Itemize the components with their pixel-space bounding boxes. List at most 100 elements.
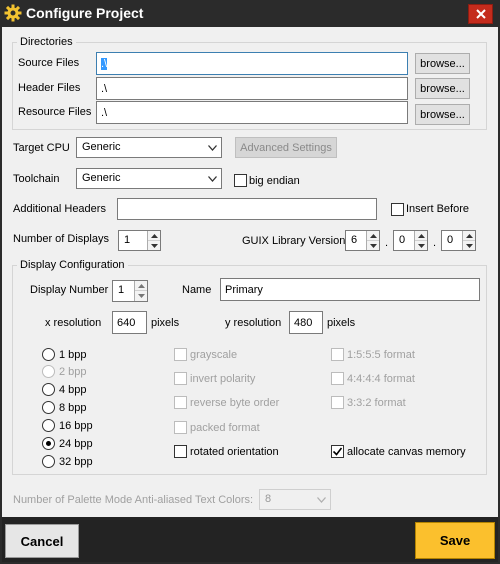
chevron-down-icon	[208, 145, 217, 151]
additional-headers-label: Additional Headers	[13, 203, 106, 215]
resource-browse-button[interactable]: browse...	[415, 104, 470, 125]
radio-selected-dot	[46, 441, 51, 446]
reverse-byte-order-label: reverse byte order	[190, 397, 280, 409]
bpp-1-radio[interactable]	[42, 348, 55, 361]
version-dot: .	[385, 237, 389, 249]
spin-down-button[interactable]	[367, 241, 379, 251]
resource-files-input[interactable]: .\	[96, 101, 408, 124]
bpp-16-radio[interactable]	[42, 419, 55, 432]
bpp-24-radio[interactable]	[42, 437, 55, 450]
format-4444-label: 4:4:4:4 format	[347, 373, 415, 385]
invert-polarity-checkbox[interactable]	[174, 372, 187, 385]
resource-files-label: Resource Files	[18, 106, 92, 118]
rotated-orientation-label: rotated orientation	[190, 446, 279, 458]
bpp-16-label: 16 bpp	[59, 420, 93, 432]
allocate-canvas-memory-label: allocate canvas memory	[347, 446, 466, 458]
display-name-input[interactable]: Primary	[220, 278, 480, 301]
bpp-4-radio[interactable]	[42, 383, 55, 396]
bpp-24-label: 24 bpp	[59, 438, 93, 450]
spin-up-button[interactable]	[463, 231, 475, 241]
chevron-up-icon	[138, 284, 145, 288]
reverse-byte-order-checkbox[interactable]	[174, 396, 187, 409]
spin-up-button[interactable]	[135, 281, 147, 291]
source-files-input[interactable]: .\	[96, 52, 408, 75]
window-title: Configure Project	[26, 5, 144, 21]
advanced-settings-button[interactable]: Advanced Settings	[235, 137, 337, 158]
format-1555-checkbox[interactable]	[331, 348, 344, 361]
spin-down-button[interactable]	[148, 241, 160, 251]
bpp-1-label: 1 bpp	[59, 349, 87, 361]
header-files-label: Header Files	[18, 82, 81, 94]
spin-down-button[interactable]	[463, 241, 475, 251]
format-4444-checkbox[interactable]	[331, 372, 344, 385]
chevron-down-icon	[370, 243, 377, 248]
spin-up-button[interactable]	[415, 231, 427, 241]
packed-format-checkbox[interactable]	[174, 421, 187, 434]
bpp-32-radio[interactable]	[42, 455, 55, 468]
chevron-up-icon	[418, 234, 425, 238]
x-resolution-input[interactable]: 640	[112, 311, 147, 334]
toolchain-label: Toolchain	[13, 173, 60, 185]
bpp-2-radio[interactable]	[42, 365, 55, 378]
palette-colors-select[interactable]: 8	[259, 489, 331, 510]
target-cpu-label: Target CPU	[13, 142, 70, 154]
display-configuration-legend: Display Configuration	[17, 259, 128, 271]
bpp-8-label: 8 bpp	[59, 402, 87, 414]
spin-down-button[interactable]	[415, 241, 427, 251]
chevron-down-icon	[418, 243, 425, 248]
cancel-button[interactable]: Cancel	[5, 524, 79, 558]
checkmark-icon	[333, 447, 342, 456]
y-resolution-label: y resolution	[225, 317, 282, 329]
number-of-displays-label: Number of Displays	[13, 233, 109, 245]
spin-up-button[interactable]	[367, 231, 379, 241]
bpp-8-radio[interactable]	[42, 401, 55, 414]
rotated-orientation-checkbox[interactable]	[174, 445, 187, 458]
insert-before-checkbox[interactable]	[391, 203, 404, 216]
directories-legend: Directories	[17, 36, 76, 48]
target-cpu-select[interactable]: Generic	[76, 137, 222, 158]
x-pixels-label: pixels	[151, 317, 180, 329]
chevron-up-icon	[370, 234, 377, 238]
title-bar: Configure Project	[0, 0, 500, 27]
grayscale-checkbox[interactable]	[174, 348, 187, 361]
chevron-down-icon	[208, 176, 217, 182]
y-resolution-input[interactable]: 480	[289, 311, 323, 334]
guix-major-spinner[interactable]: 6	[345, 230, 380, 251]
close-icon	[476, 9, 486, 19]
toolchain-select[interactable]: Generic	[76, 168, 222, 189]
additional-headers-input[interactable]	[117, 198, 377, 220]
format-332-checkbox[interactable]	[331, 396, 344, 409]
invert-polarity-label: invert polarity	[190, 373, 256, 385]
big-endian-label: big endian	[249, 175, 300, 187]
grayscale-label: grayscale	[190, 349, 238, 361]
header-files-input[interactable]: .\	[96, 77, 408, 100]
display-number-label: Display Number	[30, 284, 109, 296]
gear-icon	[4, 4, 22, 22]
number-of-displays-spinner[interactable]: 1	[118, 230, 161, 251]
save-button[interactable]: Save	[415, 522, 495, 559]
chevron-down-icon	[317, 497, 326, 503]
version-dot: .	[433, 237, 437, 249]
spin-down-button[interactable]	[135, 291, 147, 301]
spin-up-button[interactable]	[148, 231, 160, 241]
big-endian-checkbox[interactable]	[234, 174, 247, 187]
guix-version-label: GUIX Library Version	[242, 235, 346, 247]
name-label: Name	[182, 284, 212, 296]
guix-patch-spinner[interactable]: 0	[441, 230, 476, 251]
close-button[interactable]	[468, 4, 493, 24]
y-pixels-label: pixels	[327, 317, 356, 329]
bpp-4-label: 4 bpp	[59, 384, 87, 396]
source-browse-button[interactable]: browse...	[415, 53, 470, 74]
bpp-2-label: 2 bpp	[59, 366, 87, 378]
guix-minor-spinner[interactable]: 0	[393, 230, 428, 251]
packed-format-label: packed format	[190, 422, 260, 434]
source-files-label: Source Files	[18, 57, 80, 69]
chevron-up-icon	[151, 234, 158, 238]
format-1555-label: 1:5:5:5 format	[347, 349, 415, 361]
allocate-canvas-memory-checkbox[interactable]	[331, 445, 344, 458]
insert-before-label: Insert Before	[406, 203, 469, 215]
bpp-32-label: 32 bpp	[59, 456, 93, 468]
header-browse-button[interactable]: browse...	[415, 78, 470, 99]
chevron-down-icon	[151, 243, 158, 248]
display-number-spinner[interactable]: 1	[112, 280, 148, 302]
